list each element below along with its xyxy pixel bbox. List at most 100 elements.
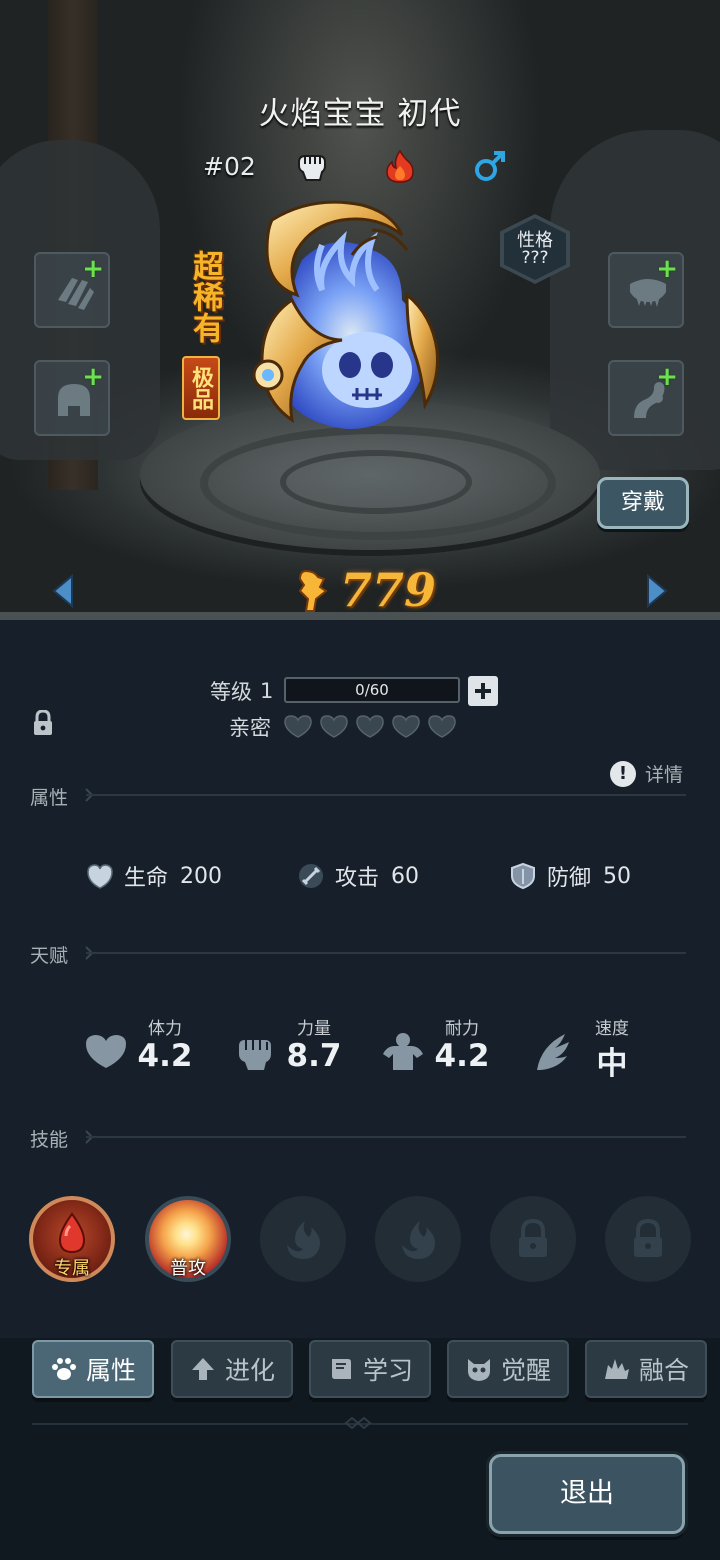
- skill-normal-caption: 普攻: [170, 1258, 206, 1279]
- heart-icon: [86, 1035, 126, 1068]
- tab-evolve-label: 进化: [224, 1356, 275, 1385]
- shield-icon: [511, 862, 535, 890]
- next-pet-arrow-icon[interactable]: [644, 574, 670, 608]
- intimacy-hearts: [283, 713, 463, 739]
- skill-slot-empty[interactable]: [260, 1196, 346, 1282]
- talent-stamina-label: 体力: [148, 1019, 182, 1039]
- talent-strength: 力量 8.7: [233, 1012, 353, 1082]
- heart-empty-icon: [392, 715, 420, 738]
- blood-drop-icon: [58, 1212, 86, 1254]
- skills-section-title: 技能: [30, 1129, 69, 1151]
- stat-hp-value: 200: [180, 863, 223, 889]
- tab-evolve[interactable]: 进化: [171, 1340, 293, 1398]
- fist-icon: [298, 155, 326, 181]
- level-value: 1: [260, 679, 274, 703]
- sword-icon: [299, 864, 323, 888]
- skill-exclusive-caption: 专属: [54, 1258, 90, 1279]
- heart-empty-icon: [320, 715, 348, 738]
- level-row: 等级 1: [210, 676, 273, 706]
- personality-badge[interactable]: 性格 ???: [500, 214, 570, 284]
- pet-number: #02: [203, 152, 256, 181]
- tab-awaken-label: 觉醒: [500, 1356, 551, 1385]
- heart-empty-icon: [284, 715, 312, 738]
- exclamation-icon: !: [610, 760, 636, 787]
- talent-speed-value: 中: [596, 1046, 628, 1082]
- tab-learn-label: 学习: [362, 1356, 413, 1385]
- flame-icon: [287, 1221, 320, 1259]
- talent-endurance: 耐力 4.2: [381, 1012, 501, 1082]
- equip-slot-claw[interactable]: +: [34, 252, 110, 328]
- muscle-icon: [383, 1033, 423, 1070]
- stat-defense-value: 50: [603, 863, 632, 889]
- add-xp-button[interactable]: [468, 676, 498, 706]
- mask-icon: [467, 1359, 490, 1381]
- wear-button[interactable]: 穿戴: [597, 477, 689, 529]
- talent-stamina: 体力 4.2: [84, 1012, 204, 1082]
- attributes-divider: [86, 794, 686, 796]
- tab-attributes-label: 属性: [85, 1356, 136, 1385]
- stat-defense-label: 防御: [547, 866, 592, 891]
- talent-endurance-value: 4.2: [434, 1038, 490, 1074]
- add-plus-icon: +: [82, 254, 104, 284]
- stat-hp: 生命 200: [86, 860, 222, 892]
- pet-name: 火焰宝宝 初代: [258, 96, 462, 132]
- lock-icon: [634, 1218, 662, 1257]
- fire-icon: [386, 149, 414, 183]
- heart-shield-icon: [87, 864, 113, 889]
- attributes-section-title: 属性: [30, 787, 69, 809]
- stat-attack: 攻击 60: [297, 860, 419, 892]
- level-label: 等级: [210, 680, 252, 704]
- divider-ornament-icon: [344, 1416, 372, 1430]
- combat-power-value: 779: [340, 563, 437, 617]
- tab-learn[interactable]: 学习: [309, 1340, 431, 1398]
- equip-slot-jaw[interactable]: +: [608, 252, 684, 328]
- skill-exclusive[interactable]: 专属: [29, 1196, 115, 1282]
- book-icon: [331, 1359, 351, 1379]
- talent-endurance-label: 耐力: [445, 1019, 479, 1039]
- wing-icon: [537, 1034, 569, 1070]
- combat-power: 779: [296, 560, 436, 620]
- skills-divider: [86, 1136, 686, 1138]
- xp-progress-bar: 0/60: [284, 677, 460, 703]
- grade-badge: 极品: [182, 356, 220, 420]
- talent-divider: [86, 952, 686, 954]
- personality-value: ???: [521, 248, 549, 268]
- detail-label: 详情: [645, 764, 684, 786]
- tab-fusion-label: 融合: [638, 1356, 689, 1385]
- heart-empty-icon: [356, 715, 384, 738]
- intimacy-label: 亲密: [229, 716, 271, 740]
- tab-attributes[interactable]: 属性: [32, 1340, 154, 1398]
- blue-flame-skull-pet-sprite[interactable]: [232, 200, 462, 435]
- tab-fusion[interactable]: 融合: [585, 1340, 707, 1398]
- skill-slot-locked[interactable]: [490, 1196, 576, 1282]
- heart-empty-icon: [428, 715, 456, 738]
- prev-pet-arrow-icon[interactable]: [50, 574, 76, 608]
- flame-icon: [402, 1221, 435, 1259]
- lock-icon: [519, 1218, 547, 1257]
- skill-slot-locked[interactable]: [605, 1196, 691, 1282]
- add-plus-icon: +: [656, 362, 678, 392]
- talent-strength-label: 力量: [297, 1019, 331, 1039]
- talent-strength-value: 8.7: [286, 1038, 342, 1074]
- lock-icon[interactable]: [32, 710, 54, 736]
- fist-icon: [239, 1040, 271, 1070]
- talent-speed-label: 速度: [595, 1019, 629, 1039]
- stat-attack-label: 攻击: [335, 866, 380, 891]
- add-plus-icon: +: [82, 362, 104, 392]
- equip-slot-tail[interactable]: +: [608, 360, 684, 436]
- exit-button[interactable]: 退出: [489, 1454, 685, 1534]
- stat-attack-value: 60: [391, 863, 420, 889]
- talent-speed: 速度 中: [531, 1012, 651, 1082]
- skill-normal-attack[interactable]: 普攻: [145, 1196, 231, 1282]
- skill-slot-empty[interactable]: [375, 1196, 461, 1282]
- male-icon: [475, 151, 505, 181]
- fusion-icon: [604, 1359, 629, 1379]
- talent-section-title: 天赋: [30, 945, 69, 967]
- tab-awaken[interactable]: 觉醒: [447, 1340, 569, 1398]
- detail-button[interactable]: ! 详情: [610, 760, 683, 787]
- talent-stamina-value: 4.2: [137, 1038, 193, 1074]
- stat-defense: 防御 50: [509, 860, 631, 892]
- up-arrow-icon: [191, 1358, 214, 1380]
- power-fist-icon: [298, 569, 328, 612]
- equip-slot-head[interactable]: +: [34, 360, 110, 436]
